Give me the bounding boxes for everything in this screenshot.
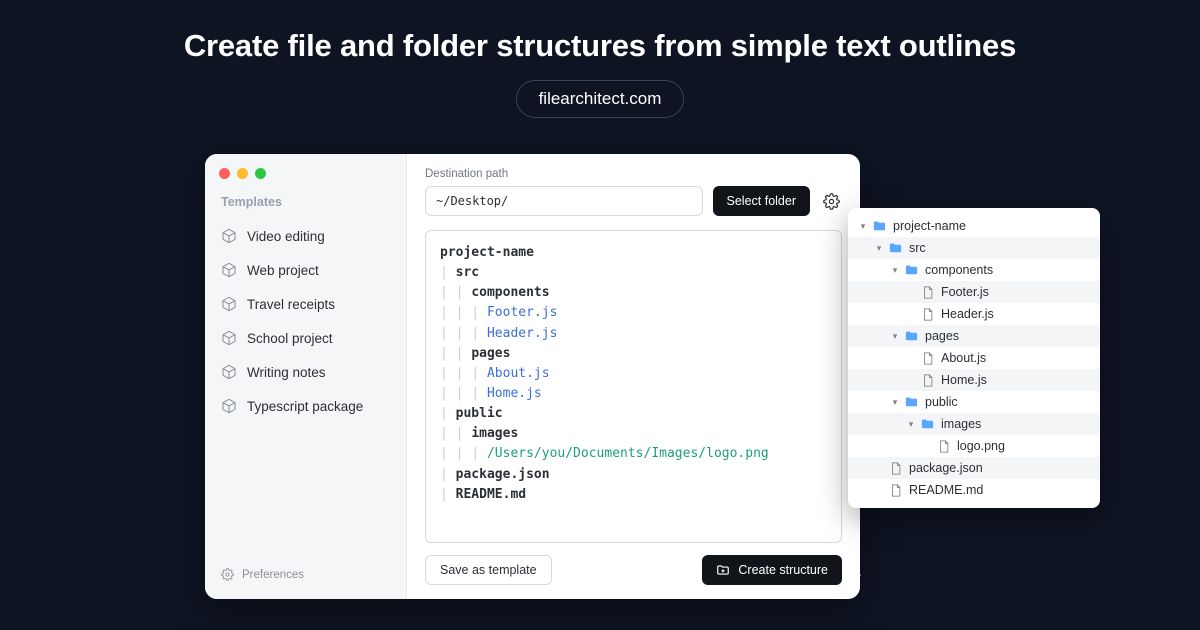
finder-item-label: README.md bbox=[909, 483, 983, 497]
sidebar: Templates Video editing Web project Trav… bbox=[205, 154, 407, 599]
sidebar-item-video-editing[interactable]: Video editing bbox=[205, 219, 406, 253]
preferences-label: Preferences bbox=[242, 569, 304, 581]
finder-file-row[interactable]: Footer.js bbox=[848, 281, 1100, 303]
close-dot-icon[interactable] bbox=[219, 168, 230, 179]
sidebar-item-label: School project bbox=[247, 331, 333, 346]
finder-folder-row[interactable]: ▾ src bbox=[848, 237, 1100, 259]
settings-button[interactable] bbox=[820, 190, 842, 212]
sidebar-item-travel-receipts[interactable]: Travel receipts bbox=[205, 287, 406, 321]
finder-folder-row[interactable]: ▾ public bbox=[848, 391, 1100, 413]
sidebar-heading: Templates bbox=[205, 195, 406, 219]
destination-path-input[interactable] bbox=[425, 186, 703, 216]
app-window: Templates Video editing Web project Trav… bbox=[205, 154, 860, 599]
finder-folder-row[interactable]: ▾ project-name bbox=[848, 215, 1100, 237]
main-panel: Destination path Select folder project-n… bbox=[407, 154, 860, 599]
finder-item-label: Home.js bbox=[941, 373, 987, 387]
sidebar-item-label: Web project bbox=[247, 263, 319, 278]
finder-item-label: About.js bbox=[941, 351, 986, 365]
cube-icon bbox=[221, 296, 237, 312]
chevron-down-icon: ▾ bbox=[890, 331, 900, 342]
finder-item-label: logo.png bbox=[957, 439, 1005, 453]
sidebar-item-typescript-package[interactable]: Typescript package bbox=[205, 389, 406, 423]
finder-item-label: Footer.js bbox=[941, 285, 989, 299]
sidebar-item-label: Typescript package bbox=[247, 399, 363, 414]
finder-file-row[interactable]: Header.js bbox=[848, 303, 1100, 325]
finder-folder-row[interactable]: ▾ images bbox=[848, 413, 1100, 435]
arrow-icon bbox=[810, 560, 870, 600]
finder-item-label: src bbox=[909, 241, 926, 255]
chevron-down-icon: ▾ bbox=[858, 221, 868, 232]
save-as-template-button[interactable]: Save as template bbox=[425, 555, 552, 585]
select-folder-button[interactable]: Select folder bbox=[713, 186, 810, 216]
finder-item-label: project-name bbox=[893, 219, 966, 233]
cube-icon bbox=[221, 228, 237, 244]
chevron-down-icon: ▾ bbox=[906, 419, 916, 430]
finder-preview: ▾ project-name ▾ src ▾ components Footer.js Hea… bbox=[848, 208, 1100, 508]
finder-file-row[interactable]: logo.png bbox=[848, 435, 1100, 457]
finder-file-row[interactable]: package.json bbox=[848, 457, 1100, 479]
finder-item-label: components bbox=[925, 263, 993, 277]
cube-icon bbox=[221, 262, 237, 278]
zoom-dot-icon[interactable] bbox=[255, 168, 266, 179]
outline-editor[interactable]: project-name | src | | components | | | … bbox=[425, 230, 842, 543]
finder-file-row[interactable]: README.md bbox=[848, 479, 1100, 501]
finder-item-label: images bbox=[941, 417, 981, 431]
sidebar-item-writing-notes[interactable]: Writing notes bbox=[205, 355, 406, 389]
preferences-link[interactable]: Preferences bbox=[205, 558, 406, 591]
sidebar-item-web-project[interactable]: Web project bbox=[205, 253, 406, 287]
sidebar-item-label: Writing notes bbox=[247, 365, 326, 380]
cube-icon bbox=[221, 398, 237, 414]
page-title: Create file and folder structures from s… bbox=[0, 28, 1200, 64]
cube-icon bbox=[221, 364, 237, 380]
finder-item-label: Header.js bbox=[941, 307, 994, 321]
finder-file-row[interactable]: Home.js bbox=[848, 369, 1100, 391]
gear-icon bbox=[823, 193, 840, 210]
finder-folder-row[interactable]: ▾ pages bbox=[848, 325, 1100, 347]
url-badge: filearchitect.com bbox=[516, 80, 685, 118]
destination-path-label: Destination path bbox=[425, 168, 842, 180]
finder-item-label: pages bbox=[925, 329, 959, 343]
chevron-down-icon: ▾ bbox=[874, 243, 884, 254]
gear-icon bbox=[221, 568, 234, 581]
chevron-down-icon: ▾ bbox=[890, 397, 900, 408]
minimize-dot-icon[interactable] bbox=[237, 168, 248, 179]
sidebar-item-school-project[interactable]: School project bbox=[205, 321, 406, 355]
sidebar-item-label: Travel receipts bbox=[247, 297, 335, 312]
finder-folder-row[interactable]: ▾ components bbox=[848, 259, 1100, 281]
finder-file-row[interactable]: About.js bbox=[848, 347, 1100, 369]
chevron-down-icon: ▾ bbox=[890, 265, 900, 276]
finder-item-label: public bbox=[925, 395, 958, 409]
finder-item-label: package.json bbox=[909, 461, 983, 475]
sidebar-item-label: Video editing bbox=[247, 229, 325, 244]
folder-plus-icon bbox=[716, 563, 730, 577]
cube-icon bbox=[221, 330, 237, 346]
window-traffic-lights bbox=[205, 166, 406, 195]
